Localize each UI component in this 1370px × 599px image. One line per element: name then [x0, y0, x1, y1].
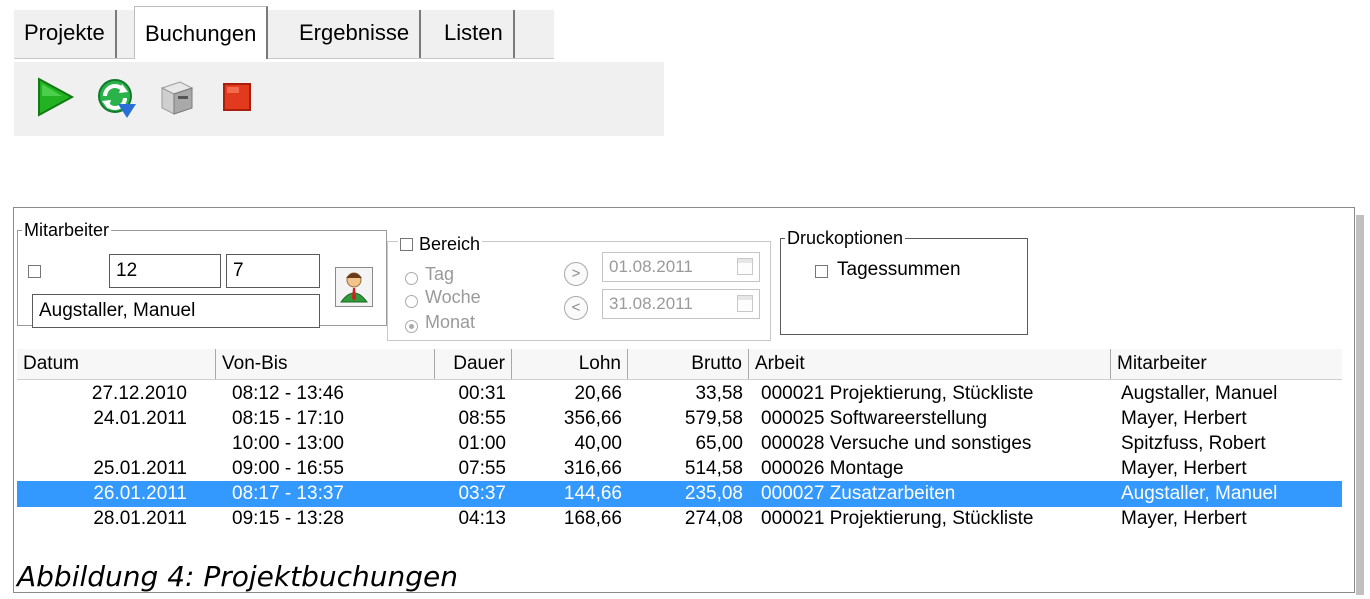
- cell-dauer: 03:37: [458, 483, 506, 504]
- cell-von-bis: 08:17 - 13:37: [232, 483, 344, 504]
- bereich-checkbox[interactable]: [400, 238, 413, 251]
- col-von-bis[interactable]: Von-Bis: [216, 349, 435, 379]
- radio-woche-label: Woche: [425, 287, 481, 307]
- cell-dauer: 08:55: [458, 408, 506, 429]
- cell-datum: 24.01.2011: [93, 408, 187, 429]
- employee-group-field[interactable]: 7: [226, 254, 320, 288]
- cell-datum: 26.01.2011: [93, 483, 187, 504]
- cell-dauer: 07:55: [458, 458, 506, 479]
- refresh-icon[interactable]: [92, 74, 138, 120]
- booking-dialog: Mitarbeiter 12 7 Augstaller, Manuel Bere…: [13, 207, 1355, 593]
- tab-buchungen[interactable]: Buchungen: [134, 6, 269, 59]
- table-row[interactable]: 10:00 - 13:00 01:00 40,00 65,00 000028 Versu…: [17, 431, 1342, 457]
- cell-datum: 28.01.2011: [93, 508, 187, 529]
- next-range-button[interactable]: >: [564, 262, 588, 286]
- cell-lohn: 356,66: [563, 408, 622, 429]
- druckoptionen-group: Druckoptionen Tagessummen: [780, 227, 1028, 335]
- cell-von-bis: 09:15 - 13:28: [232, 508, 344, 529]
- cell-brutto: 33,58: [695, 383, 743, 404]
- cell-mitarbeiter: Mayer, Herbert: [1121, 508, 1247, 529]
- col-lohn[interactable]: Lohn: [512, 349, 628, 379]
- mitarbeiter-legend: Mitarbeiter: [22, 219, 112, 241]
- figure-caption: Abbildung 4: Projektbuchungen: [17, 560, 458, 593]
- tab-bar: Projekte Buchungen Ergebnisse Listen: [14, 6, 554, 59]
- toolbar: [14, 62, 664, 136]
- cell-brutto: 579,58: [684, 408, 743, 429]
- radio-monat[interactable]: [405, 320, 418, 333]
- tab-projekte[interactable]: Projekte: [14, 10, 117, 58]
- cell-lohn: 144,66: [563, 483, 622, 504]
- cell-arbeit: 000021 Projektierung, Stückliste: [761, 383, 1034, 404]
- table-row[interactable]: 28.01.2011 09:15 - 13:28 04:13 168,66 274,08…: [17, 506, 1342, 532]
- tagessummen-checkbox[interactable]: [815, 265, 828, 278]
- date-from-field[interactable]: 01.08.2011: [602, 252, 760, 282]
- date-to-value: 31.08.2011: [609, 294, 693, 313]
- calendar-icon[interactable]: [737, 258, 753, 275]
- cell-datum: [17, 431, 187, 457]
- table-row[interactable]: 25.01.2011 09:00 - 16:55 07:55 316,66 514,58…: [17, 456, 1342, 482]
- cell-dauer: 00:31: [458, 383, 506, 404]
- cell-arbeit: 000026 Montage: [761, 458, 904, 479]
- cell-brutto: 65,00: [695, 433, 743, 454]
- radio-monat-label: Monat: [425, 312, 476, 332]
- cell-lohn: 316,66: [563, 458, 622, 479]
- col-brutto[interactable]: Brutto: [628, 349, 749, 379]
- cell-mitarbeiter: Mayer, Herbert: [1121, 458, 1247, 479]
- cell-brutto: 514,58: [684, 458, 743, 479]
- cell-datum: 27.12.2010: [91, 383, 187, 404]
- prev-range-button[interactable]: <: [564, 296, 588, 320]
- cell-von-bis: 08:12 - 13:46: [232, 383, 344, 404]
- radio-woche[interactable]: [405, 295, 418, 308]
- cell-dauer: 04:13: [458, 508, 506, 529]
- stop-icon[interactable]: [214, 74, 260, 120]
- col-arbeit[interactable]: Arbeit: [749, 349, 1111, 379]
- druckoptionen-legend: Druckoptionen: [785, 227, 906, 249]
- cell-dauer: 01:00: [458, 433, 506, 454]
- table-row[interactable]: 24.01.2011 08:15 - 17:10 08:55 356,66 579,58…: [17, 406, 1342, 432]
- cell-brutto: 235,08: [684, 483, 743, 504]
- radio-tag-label: Tag: [425, 264, 455, 284]
- cell-arbeit: 000028 Versuche und sonstiges: [761, 433, 1032, 454]
- col-datum[interactable]: Datum: [17, 349, 216, 379]
- bereich-legend-wrap: Bereich: [398, 233, 483, 255]
- table-row[interactable]: 27.12.2010 08:12 - 13:46 00:31 20,66 33,58 00…: [17, 381, 1342, 407]
- date-to-field[interactable]: 31.08.2011: [602, 289, 760, 319]
- tab-ergebnisse[interactable]: Ergebnisse: [289, 10, 422, 58]
- radio-tag[interactable]: [405, 272, 418, 285]
- calendar-icon[interactable]: [737, 295, 753, 312]
- cell-arbeit: 000025 Softwareerstellung: [761, 408, 988, 429]
- dialog-shadow: [1356, 215, 1364, 595]
- bereich-group: Bereich Tag Woche Monat > < 01.08.2011 3…: [387, 233, 771, 341]
- col-dauer[interactable]: Dauer: [435, 349, 512, 379]
- cell-von-bis: 08:15 - 17:10: [232, 408, 344, 429]
- col-mitarbeiter[interactable]: Mitarbeiter: [1111, 349, 1342, 379]
- cell-mitarbeiter: Mayer, Herbert: [1121, 408, 1247, 429]
- table-header: Datum Von-Bis Dauer Lohn Brutto Arbeit M…: [17, 349, 1342, 380]
- mitarbeiter-group: Mitarbeiter 12 7 Augstaller, Manuel: [17, 219, 387, 328]
- employee-name-field[interactable]: Augstaller, Manuel: [32, 294, 320, 328]
- play-icon[interactable]: [32, 74, 78, 120]
- cell-mitarbeiter: Spitzfuss, Robert: [1121, 433, 1266, 454]
- tagessummen-label: Tagessummen: [837, 259, 961, 280]
- cell-lohn: 168,66: [563, 508, 622, 529]
- date-from-value: 01.08.2011: [609, 257, 693, 276]
- cell-brutto: 274,08: [684, 508, 743, 529]
- cell-datum: 25.01.2011: [93, 458, 187, 479]
- select-employee-button[interactable]: [335, 267, 373, 307]
- cell-arbeit: 000021 Projektierung, Stückliste: [761, 508, 1034, 529]
- cell-mitarbeiter: Augstaller, Manuel: [1121, 483, 1278, 504]
- cell-von-bis: 09:00 - 16:55: [232, 458, 344, 479]
- printer-icon[interactable]: [154, 74, 200, 120]
- tab-listen[interactable]: Listen: [434, 10, 515, 58]
- mitarbeiter-checkbox[interactable]: [28, 265, 41, 278]
- cell-mitarbeiter: Augstaller, Manuel: [1121, 383, 1278, 404]
- cell-arbeit: 000027 Zusatzarbeiten: [761, 483, 956, 504]
- employee-number-field[interactable]: 12: [109, 254, 221, 288]
- cell-lohn: 20,66: [574, 383, 622, 404]
- bereich-legend: Bereich: [419, 234, 481, 254]
- cell-von-bis: 10:00 - 13:00: [232, 433, 344, 454]
- cell-lohn: 40,00: [574, 433, 622, 454]
- table-row[interactable]: 26.01.2011 08:17 - 13:37 03:37 144,66 235,08…: [17, 481, 1342, 507]
- person-icon: [340, 272, 368, 303]
